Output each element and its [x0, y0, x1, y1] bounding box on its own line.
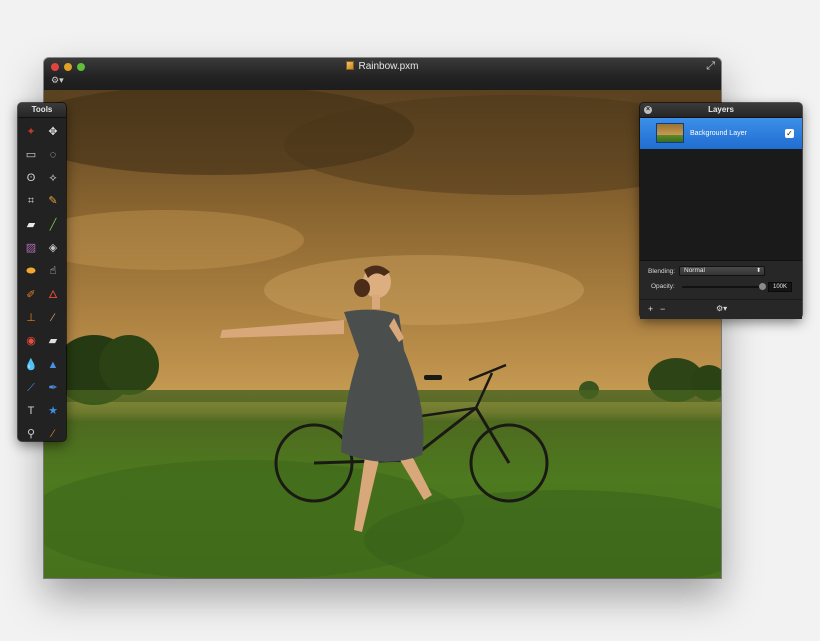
photo-artwork	[44, 90, 721, 578]
magic-eraser-icon[interactable]: ▰	[43, 332, 63, 352]
window-title-text: Rainbow.pxm	[358, 61, 419, 72]
brush-icon[interactable]: ✐	[21, 285, 41, 305]
tools-panel: Tools ✦ ✥ ▭ ◌ ʘ ⟡ ⌗ ✎ ▰ ╱ ▨ ◈ ⬬ ☝ ✐ 🜂 ⊥ ⁄ ◉ ▰ 💧 ▲ ⟋ ✒ T ★ ⚲ ⁄	[18, 103, 66, 441]
eyedropper-icon[interactable]: ✎	[43, 192, 63, 212]
layers-list-empty-area[interactable]	[640, 149, 802, 260]
color-picker-icon[interactable]: ⁄	[43, 425, 63, 445]
action-menu-gear-icon[interactable]: ⚙▾	[51, 75, 64, 86]
opacity-label: Opacity:	[651, 283, 675, 290]
opacity-slider[interactable]	[682, 283, 766, 290]
opacity-slider-knob[interactable]	[759, 283, 766, 290]
zoom-icon[interactable]: ⚲	[21, 425, 41, 445]
blur-icon[interactable]: 💧	[21, 355, 41, 375]
layers-footer: + − ⚙▾	[640, 299, 802, 320]
ellipse-select-icon[interactable]: ◌	[43, 145, 63, 165]
layer-settings: Blending: Normal ⬍ Opacity: 100K + − ⚙▾	[640, 260, 802, 319]
select-arrows-icon: ⬍	[755, 268, 761, 274]
magic-wand-icon[interactable]: ✦	[21, 122, 41, 142]
opacity-value-field[interactable]: 100K	[768, 282, 792, 292]
pen-icon[interactable]: ⟋	[21, 378, 41, 398]
freeform-pen-icon[interactable]: ✒	[43, 378, 63, 398]
layer-thumbnail	[656, 123, 684, 143]
paint-bucket-icon[interactable]: ◈	[43, 239, 63, 259]
close-panel-icon[interactable]: ×	[644, 106, 652, 114]
polygon-lasso-icon[interactable]: ⟡	[43, 169, 63, 189]
layer-visibility-checkbox[interactable]: ✓	[785, 129, 794, 138]
tools-panel-title[interactable]: Tools	[18, 103, 66, 118]
burn-icon[interactable]: 🜂	[43, 285, 63, 305]
document-icon	[346, 61, 355, 70]
blending-mode-value: Normal	[684, 267, 705, 274]
pencil-icon[interactable]: ╱	[43, 215, 63, 235]
gradient-icon[interactable]: ▨	[21, 239, 41, 259]
move-tool-icon[interactable]: ✥	[43, 122, 63, 142]
rect-select-icon[interactable]: ▭	[21, 145, 41, 165]
clone-stamp-icon[interactable]: ⊥	[21, 308, 41, 328]
remove-layer-button[interactable]: −	[660, 304, 665, 314]
red-eye-icon[interactable]: ◉	[21, 332, 41, 352]
eraser-icon[interactable]: ▰	[21, 215, 41, 235]
blending-label: Blending:	[648, 268, 676, 275]
crop-icon[interactable]: ⌗	[21, 192, 41, 212]
sharpen-icon[interactable]: ▲	[43, 355, 63, 375]
add-layer-button[interactable]: +	[648, 304, 653, 314]
fullscreen-icon[interactable]: ⤢	[706, 61, 715, 72]
sponge-icon[interactable]: ⬬	[21, 262, 41, 282]
shape-icon[interactable]: ★	[43, 402, 63, 422]
window-title: Rainbow.pxm	[44, 61, 721, 73]
healing-icon[interactable]: ⁄	[43, 308, 63, 328]
layers-panel-title-text: Layers	[708, 105, 734, 114]
lasso-icon[interactable]: ʘ	[21, 169, 41, 189]
app-window: Rainbow.pxm ⚙▾ ⤢	[44, 58, 721, 578]
layer-options-gear-icon[interactable]: ⚙▾	[716, 304, 727, 314]
layer-row[interactable]: Background Layer ✓	[640, 118, 802, 149]
layer-name[interactable]: Background Layer	[690, 129, 747, 138]
layers-panel-title[interactable]: × Layers	[640, 103, 802, 118]
type-icon[interactable]: T	[21, 402, 41, 422]
blending-mode-select[interactable]: Normal ⬍	[679, 266, 765, 276]
smudge-icon[interactable]: ☝	[43, 262, 63, 282]
layers-panel: × Layers Background Layer ✓ Blending: No…	[640, 103, 802, 319]
image-canvas[interactable]	[44, 90, 721, 578]
title-bar[interactable]: Rainbow.pxm ⚙▾ ⤢	[44, 58, 721, 91]
